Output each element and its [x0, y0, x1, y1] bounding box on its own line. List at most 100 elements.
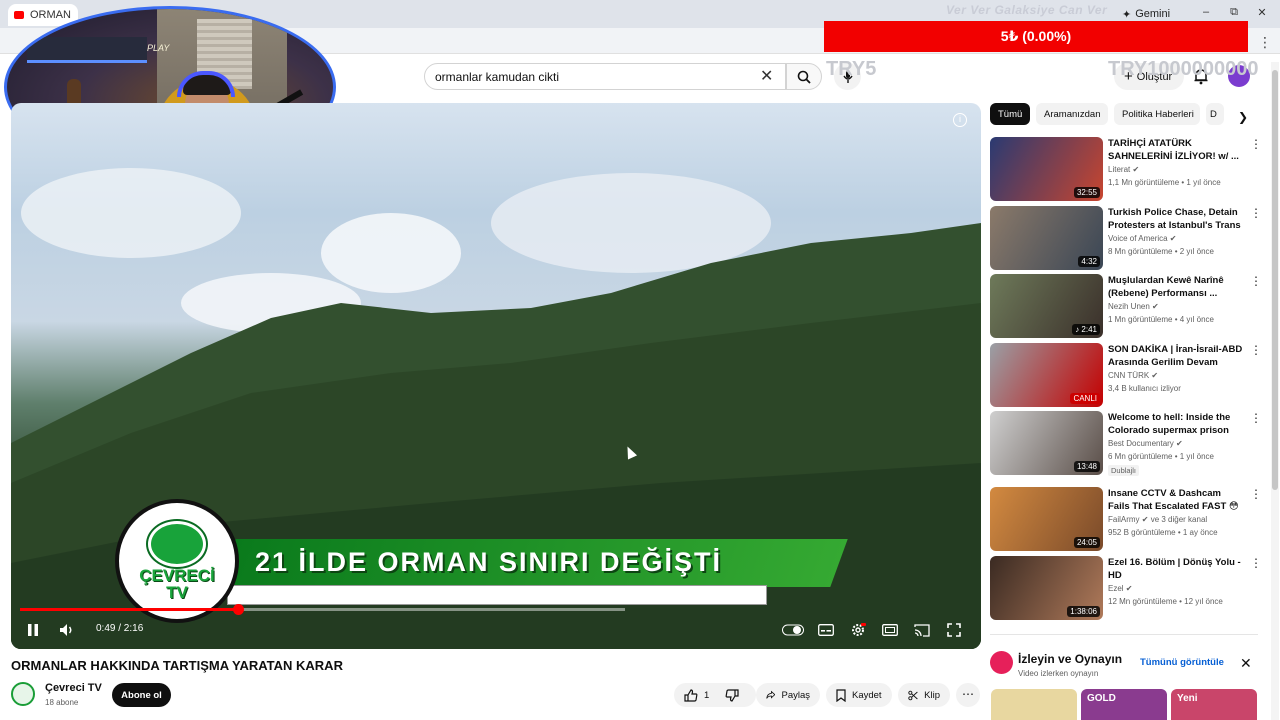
recommendation-thumbnail[interactable]: CANLI [990, 343, 1103, 407]
recommendation-card[interactable]: 24:05 Insane CCTV & Dashcam Fails That Es… [990, 487, 1262, 551]
fullscreen-icon [947, 623, 961, 637]
recommendation-channel[interactable]: CNN TÜRK ✔ [1108, 371, 1158, 380]
recommendation-title[interactable]: Welcome to hell: Inside the Colorado sup… [1108, 411, 1244, 437]
recommendation-menu-icon[interactable]: ⋮ [1250, 487, 1262, 501]
subscriber-count: 18 abone [45, 698, 79, 707]
dubbed-badge: Dublajlı [1108, 465, 1140, 476]
recommendation-meta: 3,4 B kullanıcı izliyor [1108, 384, 1181, 393]
progress-bar[interactable] [20, 604, 625, 615]
recommendation-thumbnail[interactable]: 13:48 [990, 411, 1103, 475]
fullscreen-button[interactable] [943, 620, 965, 640]
cevreci-tv-logo: ÇEVRECİ TV [115, 499, 239, 623]
chip-politics-news[interactable]: Politika Haberleri [1114, 103, 1200, 125]
recommendation-card[interactable]: 32:55 TARİHÇİ ATATÜRK SAHNELERİNİ İZLİYOR… [990, 137, 1262, 201]
recommendation-meta: 1 Mn görüntüleme • 4 yıl önce [1108, 315, 1214, 324]
recommendation-thumbnail[interactable]: 32:55 [990, 137, 1103, 201]
recommendation-title[interactable]: TARİHÇİ ATATÜRK SAHNELERİNİ İZLİYOR! w/ … [1108, 137, 1244, 163]
game-tile[interactable] [991, 689, 1077, 720]
recommendation-title[interactable]: Ezel 16. Bölüm | Dönüş Yolu - HD [1108, 556, 1244, 582]
recommendation-thumbnail[interactable]: 24:05 [990, 487, 1103, 551]
recommendation-menu-icon[interactable]: ⋮ [1250, 556, 1262, 570]
recommendation-menu-icon[interactable]: ⋮ [1250, 411, 1262, 425]
recommendation-card[interactable]: 1:38:06 Ezel 16. Bölüm | Dönüş Yolu - HD E… [990, 556, 1262, 620]
recommendation-title[interactable]: SON DAKİKA | İran-İsrail-ABD Arasında Ge… [1108, 343, 1244, 370]
subtitles-button[interactable] [815, 620, 837, 640]
recommendation-thumbnail[interactable]: 1:38:06 [990, 556, 1103, 620]
filter-chips: Tümü Aramanızdan Politika Haberleri D [990, 103, 1252, 125]
theater-mode-button[interactable] [879, 620, 901, 640]
recommendation-thumbnail[interactable]: 4:32 [990, 206, 1103, 270]
cast-icon [914, 623, 930, 637]
pause-button[interactable] [23, 620, 43, 640]
video-player[interactable]: i 21 İLDE ORMAN SINIRI DEĞİŞTİ ÇEVRECİ T… [11, 103, 981, 649]
volume-button[interactable] [57, 620, 77, 640]
video-duration: 32:55 [1073, 187, 1100, 198]
browser-menu-icon[interactable]: ⋮ [1258, 34, 1272, 51]
recommendation-channel[interactable]: Best Documentary ✔ [1108, 439, 1183, 448]
game-tile[interactable]: Yeni [1171, 689, 1257, 720]
subtitles-icon [818, 624, 834, 636]
autoplay-toggle[interactable] [781, 620, 805, 640]
progress-scrubber[interactable] [232, 604, 244, 615]
recommendation-card[interactable]: 13:48 Welcome to hell: Inside the Colorad… [990, 411, 1262, 476]
time-display: 0:49 / 2:16 [96, 623, 144, 634]
recommendation-card[interactable]: ♪ 2:41 Muşlulardan Kewê Narînê (Rebene) P… [990, 274, 1262, 338]
recommendation-menu-icon[interactable]: ⋮ [1250, 274, 1262, 288]
more-actions-button[interactable]: ⋯ [956, 683, 980, 707]
video-duration: CANLI [1070, 393, 1100, 404]
ghost-overlay-right: TRY1000000000 [1108, 58, 1259, 80]
recommendation-channel[interactable]: Nezih Unen ✔ [1108, 302, 1159, 311]
recommendation-title[interactable]: Muşlulardan Kewê Narînê (Rebene) Perform… [1108, 274, 1244, 300]
video-duration: 24:05 [1073, 537, 1100, 548]
minimize-icon[interactable]: – [1198, 6, 1214, 18]
restore-icon[interactable]: ⧉ [1226, 6, 1242, 19]
gear-icon [852, 623, 866, 636]
headline-text: 21 İLDE ORMAN SINIRI DEĞİŞTİ [255, 547, 723, 577]
cast-button[interactable] [911, 620, 933, 640]
thumbs-down-icon [725, 688, 739, 702]
chip-all[interactable]: Tümü [990, 103, 1030, 125]
view-all-link[interactable]: Tümünü görüntüle [1140, 657, 1224, 668]
clip-button[interactable]: Klip [898, 683, 950, 707]
logo-text-line2: TV [166, 583, 188, 602]
recommendation-menu-icon[interactable]: ⋮ [1250, 137, 1262, 151]
close-icon[interactable]: ✕ [1240, 655, 1252, 672]
save-button[interactable]: Kaydet [826, 683, 892, 707]
recommendation-channel[interactable]: Ezel ✔ [1108, 584, 1133, 593]
recommendation-card[interactable]: CANLI SON DAKİKA | İran-İsrail-ABD Arasın… [990, 343, 1262, 407]
channel-avatar[interactable] [11, 682, 35, 706]
browser-tab-title: ORMAN [30, 9, 71, 21]
recommendation-thumbnail[interactable]: ♪ 2:41 [990, 274, 1103, 338]
recommendation-card[interactable]: 4:32 Turkish Police Chase, Detain Protest… [990, 206, 1262, 270]
like-button[interactable]: 1 [684, 688, 710, 702]
channel-name[interactable]: Çevreci TV [45, 682, 102, 694]
recommendation-meta: 6 Mn görüntüleme • 1 yıl önce [1108, 452, 1214, 461]
clear-search-icon[interactable]: ✕ [760, 66, 773, 86]
recommendation-menu-icon[interactable]: ⋮ [1250, 343, 1262, 357]
chip-more[interactable]: D [1206, 103, 1224, 125]
recommendation-channel[interactable]: FailArmy ✔ ve 3 diğer kanal [1108, 515, 1207, 524]
page-scrollbar-thumb[interactable] [1272, 70, 1278, 490]
window-close-icon[interactable]: ✕ [1254, 6, 1270, 19]
recommendation-menu-icon[interactable]: ⋮ [1250, 206, 1262, 220]
like-count: 1 [704, 689, 710, 701]
logo-text-line1: ÇEVRECİ [139, 566, 215, 585]
subscribe-button[interactable]: Abone ol [112, 683, 171, 707]
search-input[interactable]: ormanlar kamudan cikti [424, 63, 786, 90]
settings-button[interactable] [847, 620, 869, 640]
autoplay-toggle-icon [782, 624, 804, 636]
dislike-button[interactable] [725, 688, 739, 702]
recommendation-title[interactable]: Insane CCTV & Dashcam Fails That Escalat… [1108, 487, 1244, 514]
info-icon[interactable]: i [953, 113, 967, 127]
recommendation-channel[interactable]: Voice of America ✔ [1108, 234, 1177, 243]
recommendation-title[interactable]: Turkish Police Chase, Detain Protesters … [1108, 206, 1244, 233]
share-button[interactable]: Paylaş [756, 683, 820, 707]
chevron-right-icon[interactable]: ❯ [1238, 110, 1248, 124]
donation-bar: 5₺ (0.00%) [824, 21, 1248, 52]
game-tile[interactable]: GOLD [1081, 689, 1167, 720]
chip-from-search[interactable]: Aramanızdan [1036, 103, 1108, 125]
video-title: ORMANLAR HAKKINDA TARTIŞMA YARATAN KARAR [11, 658, 343, 673]
recommendation-channel[interactable]: Literat ✔ [1108, 165, 1139, 174]
search-button[interactable] [786, 63, 822, 90]
video-duration: 13:48 [1073, 461, 1100, 472]
